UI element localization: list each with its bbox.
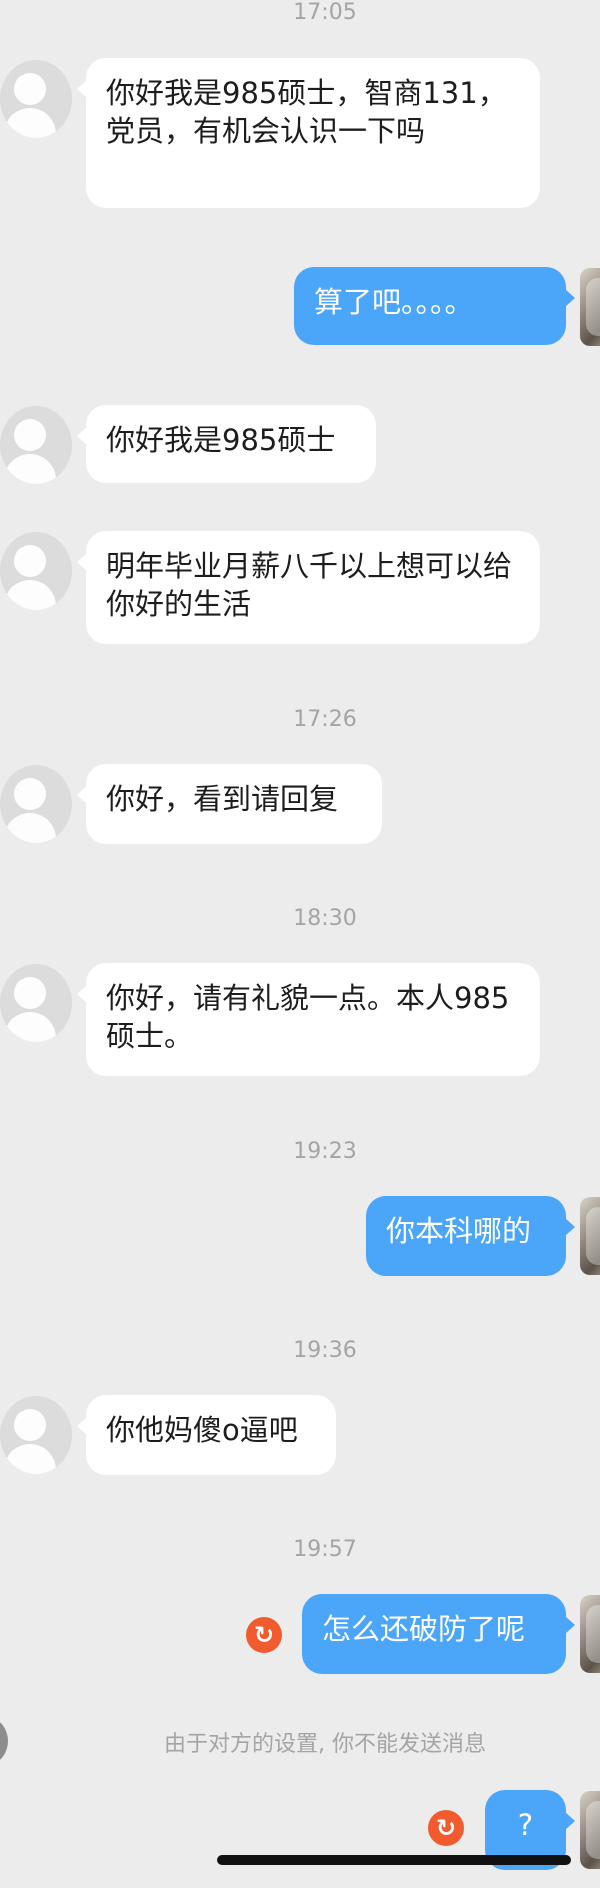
- outgoing-message-bubble[interactable]: 算了吧。。。。: [294, 267, 575, 345]
- contact-avatar[interactable]: [0, 532, 72, 610]
- contact-avatar[interactable]: [0, 406, 72, 484]
- my-avatar[interactable]: [580, 1791, 600, 1869]
- timestamp: 19:23: [293, 1139, 357, 1164]
- default-avatar-icon: [14, 545, 46, 577]
- my-avatar[interactable]: [580, 1197, 600, 1275]
- retry-icon[interactable]: ↻: [246, 1617, 282, 1653]
- incoming-message-bubble[interactable]: 你好我是985硕士，智商131，党员，有机会认识一下吗: [77, 58, 540, 208]
- message-text: 你他妈傻o逼吧: [106, 1413, 298, 1447]
- contact-avatar[interactable]: [0, 964, 72, 1042]
- message-text: 你好我是985硕士，智商131，党员，有机会认识一下吗: [106, 76, 507, 148]
- default-avatar-icon: [14, 977, 46, 1009]
- message-text: ?: [517, 1808, 534, 1842]
- incoming-message-bubble[interactable]: 明年毕业月薪八千以上想可以给你好的生活: [77, 531, 540, 644]
- message-text: 你好我是985硕士: [106, 423, 336, 457]
- contact-avatar[interactable]: [0, 60, 72, 138]
- timestamp: 19:36: [293, 1338, 357, 1363]
- default-avatar-icon: [14, 419, 46, 451]
- default-avatar-icon: [14, 1409, 46, 1441]
- timestamp: 17:05: [293, 0, 357, 25]
- timestamp: 18:30: [293, 906, 357, 931]
- timestamp: 19:57: [293, 1537, 357, 1562]
- contact-avatar[interactable]: [0, 1396, 72, 1474]
- outgoing-message-bubble[interactable]: 你本科哪的: [366, 1196, 575, 1276]
- incoming-message-bubble[interactable]: 你他妈傻o逼吧: [77, 1395, 336, 1475]
- default-avatar-icon: [14, 778, 46, 810]
- incoming-message-bubble[interactable]: 你好，请有礼貌一点。本人985硕士。: [77, 963, 540, 1076]
- message-text: 明年毕业月薪八千以上想可以给你好的生活: [106, 549, 513, 621]
- my-avatar[interactable]: [580, 268, 600, 346]
- outgoing-message-bubble[interactable]: 怎么还破防了呢: [302, 1594, 575, 1674]
- home-indicator[interactable]: [217, 1855, 571, 1865]
- message-text: 你好，请有礼貌一点。本人985硕士。: [106, 981, 510, 1053]
- message-text: 你好，看到请回复: [106, 782, 339, 816]
- contact-avatar[interactable]: [0, 765, 72, 843]
- send-restriction-notice: 由于对方的设置, 你不能发送消息: [164, 1732, 486, 1757]
- message-text: 算了吧。。。。: [314, 285, 474, 319]
- timestamp: 17:26: [293, 707, 357, 732]
- retry-icon[interactable]: ↻: [428, 1810, 464, 1846]
- my-avatar[interactable]: [580, 1595, 600, 1673]
- default-avatar-icon: [14, 73, 46, 105]
- message-text: 怎么还破防了呢: [322, 1612, 526, 1646]
- message-text: 你本科哪的: [386, 1214, 532, 1248]
- incoming-message-bubble[interactable]: 你好我是985硕士: [77, 405, 376, 483]
- incoming-message-bubble[interactable]: 你好，看到请回复: [77, 764, 382, 844]
